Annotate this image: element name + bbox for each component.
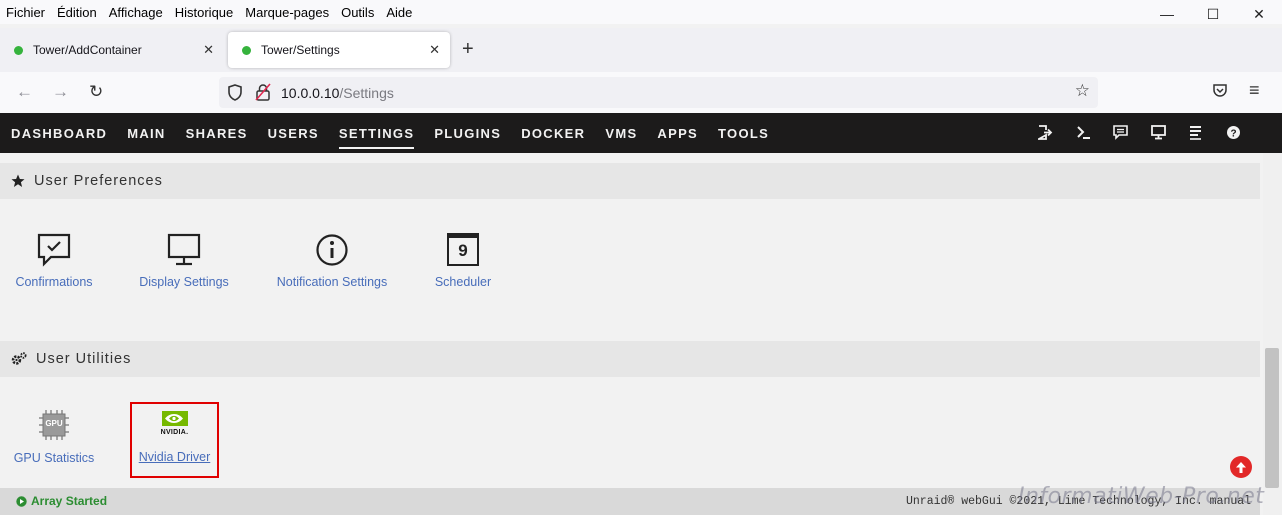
tile-label[interactable]: Confirmations bbox=[10, 275, 98, 289]
nav-users[interactable]: USERS bbox=[268, 126, 319, 141]
browser-menubar: Fichier Édition Affichage Historique Mar… bbox=[0, 0, 1282, 24]
menu-fichier[interactable]: Fichier bbox=[6, 5, 45, 20]
section-user-utilities: User Utilities bbox=[0, 341, 1260, 377]
app-menu-icon[interactable]: ≡ bbox=[1249, 80, 1260, 101]
menu-historique[interactable]: Historique bbox=[175, 5, 234, 20]
maximize-icon[interactable]: ☐ bbox=[1190, 0, 1236, 28]
tile-display-settings[interactable]: Display Settings bbox=[130, 233, 238, 289]
array-status: Array Started bbox=[16, 494, 107, 508]
nav-vms[interactable]: VMS bbox=[605, 126, 637, 141]
confirmations-icon bbox=[37, 233, 71, 267]
gpu-chip-label: GPU bbox=[45, 419, 63, 428]
bookmark-star-icon[interactable]: ☆ bbox=[1075, 81, 1090, 101]
url-path: /Settings bbox=[339, 84, 394, 101]
calendar-icon: 9 bbox=[447, 233, 479, 266]
array-status-text: Array Started bbox=[31, 494, 108, 508]
back-icon[interactable]: ← bbox=[16, 82, 33, 102]
tab-title: Tower/AddContainer bbox=[33, 43, 142, 57]
highlight-box bbox=[130, 402, 219, 478]
terminal-icon[interactable] bbox=[1065, 125, 1103, 140]
favicon-icon bbox=[242, 45, 251, 55]
scroll-top-button[interactable] bbox=[1230, 456, 1252, 478]
forward-icon[interactable]: → bbox=[52, 82, 69, 102]
close-tab-icon[interactable]: ✕ bbox=[203, 42, 214, 58]
tab-title: Tower/Settings bbox=[261, 43, 340, 57]
nav-docker[interactable]: DOCKER bbox=[521, 126, 585, 141]
arrow-up-icon bbox=[1236, 461, 1246, 473]
nav-plugins[interactable]: PLUGINS bbox=[434, 126, 501, 141]
cogs-icon bbox=[11, 352, 27, 366]
section-user-preferences: User Preferences bbox=[0, 163, 1260, 199]
nav-tools[interactable]: TOOLS bbox=[718, 126, 769, 141]
pocket-icon[interactable] bbox=[1212, 82, 1228, 103]
svg-text:?: ? bbox=[1230, 128, 1236, 139]
star-icon bbox=[11, 174, 25, 188]
nav-main[interactable]: MAIN bbox=[127, 126, 165, 141]
tile-label[interactable]: Display Settings bbox=[130, 275, 238, 289]
display-icon bbox=[167, 233, 201, 266]
section-title: User Utilities bbox=[36, 351, 132, 367]
browser-navbar: ← → ↻ 10.0.0.10/Settings ☆ ≡ bbox=[0, 72, 1282, 113]
close-window-icon[interactable]: ✕ bbox=[1236, 0, 1282, 28]
nav-settings[interactable]: SETTINGS bbox=[338, 126, 415, 149]
url-text: 10.0.0.10/Settings bbox=[281, 85, 394, 101]
header-icons: ? bbox=[1027, 125, 1252, 140]
tile-label[interactable]: GPU Statistics bbox=[10, 451, 98, 465]
scrollbar-thumb[interactable] bbox=[1265, 348, 1279, 488]
shield-icon[interactable] bbox=[227, 84, 243, 104]
info-icon bbox=[316, 234, 348, 266]
reload-icon[interactable]: ↻ bbox=[89, 82, 103, 102]
tile-label[interactable]: Scheduler bbox=[428, 275, 498, 289]
play-circle-icon bbox=[16, 495, 27, 507]
tile-scheduler[interactable]: 9 Scheduler bbox=[428, 233, 498, 289]
tab-strip: Tower/AddContainer ✕ Tower/Settings ✕ + bbox=[0, 28, 1282, 72]
unraid-header: DASHBOARD MAIN SHARES USERS SETTINGS PLU… bbox=[0, 113, 1282, 153]
tab-addcontainer[interactable]: Tower/AddContainer ✕ bbox=[0, 32, 224, 68]
logout-icon[interactable] bbox=[1027, 125, 1065, 140]
menu-affichage[interactable]: Affichage bbox=[109, 5, 163, 20]
tile-gpu-statistics[interactable]: GPU GPU Statistics bbox=[10, 409, 98, 465]
gpu-chip-icon: GPU bbox=[38, 409, 70, 441]
nav-apps[interactable]: APPS bbox=[657, 126, 698, 141]
url-host: 10.0.0.10 bbox=[281, 84, 340, 101]
calendar-day: 9 bbox=[458, 241, 468, 260]
close-tab-icon[interactable]: ✕ bbox=[429, 42, 440, 58]
unraid-nav: DASHBOARD MAIN SHARES USERS SETTINGS PLU… bbox=[11, 113, 789, 153]
menu-marque-pages[interactable]: Marque-pages bbox=[245, 5, 329, 20]
help-icon[interactable]: ? bbox=[1215, 125, 1253, 140]
window-controls: — ☐ ✕ bbox=[1144, 0, 1282, 28]
section-title: User Preferences bbox=[34, 173, 163, 189]
menu-edition[interactable]: Édition bbox=[57, 5, 97, 20]
log-icon[interactable] bbox=[1177, 125, 1215, 140]
minimize-icon[interactable]: — bbox=[1144, 0, 1190, 28]
insecure-lock-icon[interactable] bbox=[255, 83, 271, 104]
watermark: InformatiWeb-Pro.net bbox=[1018, 484, 1265, 509]
nav-dashboard[interactable]: DASHBOARD bbox=[11, 126, 107, 141]
tile-notification-settings[interactable]: Notification Settings bbox=[268, 233, 396, 289]
tile-confirmations[interactable]: Confirmations bbox=[10, 233, 98, 289]
menu-outils[interactable]: Outils bbox=[341, 5, 374, 20]
url-bar[interactable]: 10.0.0.10/Settings ☆ bbox=[219, 77, 1098, 108]
menu-aide[interactable]: Aide bbox=[386, 5, 412, 20]
new-tab-icon[interactable]: + bbox=[462, 38, 474, 61]
favicon-icon bbox=[14, 45, 23, 55]
monitor-icon[interactable] bbox=[1140, 125, 1178, 140]
nav-shares[interactable]: SHARES bbox=[186, 126, 248, 141]
tile-label[interactable]: Notification Settings bbox=[268, 275, 396, 289]
tab-settings[interactable]: Tower/Settings ✕ bbox=[228, 32, 450, 68]
feedback-icon[interactable] bbox=[1102, 125, 1140, 140]
